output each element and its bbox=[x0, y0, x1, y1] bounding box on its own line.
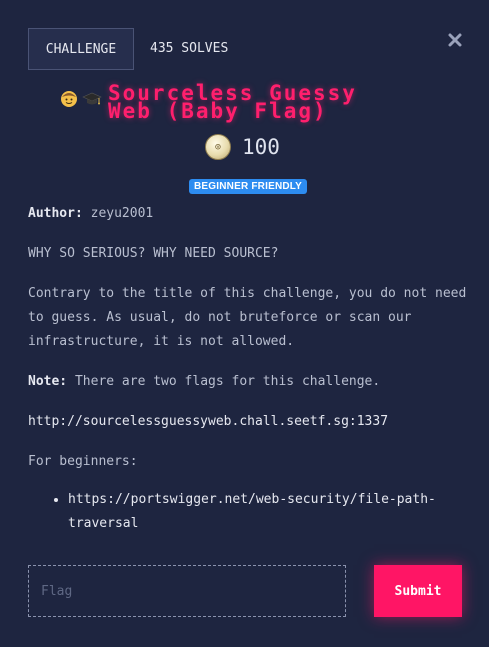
beginners-label: For beginners: bbox=[28, 454, 138, 469]
challenge-url[interactable]: http://sourcelessguessyweb.chall.seetf.s… bbox=[28, 410, 468, 434]
resource-link[interactable]: https://portswigger.net/web-security/fil… bbox=[68, 488, 468, 536]
person-icon bbox=[60, 90, 78, 112]
note-label: Note: bbox=[28, 374, 68, 389]
challenge-title: Sourceless Guessy Web (Baby Flag) bbox=[108, 81, 357, 123]
description-para-2: Contrary to the title of this challenge,… bbox=[28, 286, 467, 349]
note-value: There are two flags for this challenge. bbox=[67, 374, 381, 389]
points-value: 100 bbox=[242, 135, 280, 159]
close-icon[interactable] bbox=[447, 32, 463, 48]
coin-icon: ◎ bbox=[205, 134, 231, 160]
author-line: Author: zeyu2001 bbox=[28, 202, 468, 226]
author-value: zeyu2001 bbox=[82, 206, 154, 221]
solves-count[interactable]: 435 SOLVES bbox=[150, 41, 228, 56]
submit-button[interactable]: Submit bbox=[374, 565, 462, 617]
resource-list: https://portswigger.net/web-security/fil… bbox=[28, 488, 468, 536]
description-para-1: WHY SO SERIOUS? WHY NEED SOURCE? bbox=[28, 246, 279, 261]
flag-input[interactable] bbox=[28, 565, 346, 617]
points-display: ◎ 100 bbox=[205, 134, 280, 160]
tab-challenge[interactable]: CHALLENGE bbox=[28, 28, 134, 70]
beginner-badge: BEGINNER FRIENDLY bbox=[189, 179, 308, 194]
graduation-cap-icon bbox=[82, 90, 102, 112]
challenge-description: Author: zeyu2001 WHY SO SERIOUS? WHY NEE… bbox=[28, 202, 468, 536]
author-label: Author: bbox=[28, 206, 83, 221]
note-line: Note: There are two flags for this chall… bbox=[28, 370, 468, 394]
